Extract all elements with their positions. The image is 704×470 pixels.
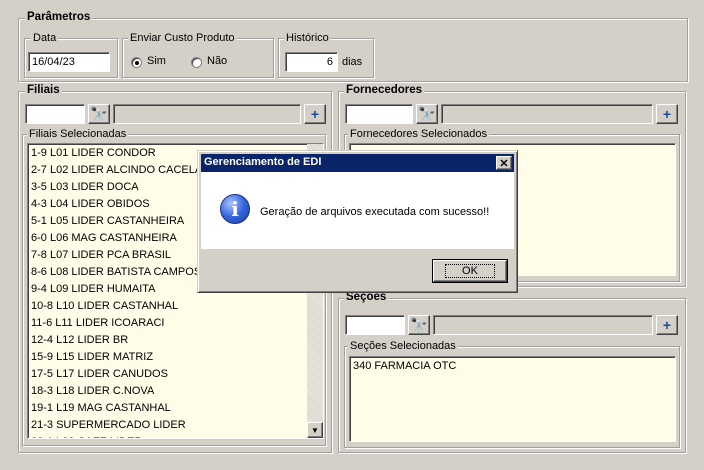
- filiais-name-display: [113, 104, 301, 124]
- list-item[interactable]: 5-1 L05 LIDER CASTANHEIRA: [31, 213, 184, 230]
- list-item[interactable]: 12-4 L12 LIDER BR: [31, 332, 128, 349]
- historico-label: Histórico: [284, 32, 331, 44]
- list-item[interactable]: 340 FARMACIA OTC: [353, 358, 456, 375]
- list-item[interactable]: 2-7 L02 LIDER ALCINDO CACELA: [31, 162, 202, 179]
- secoes-search-button[interactable]: 🔭: [408, 315, 430, 335]
- data-label: Data: [31, 32, 59, 44]
- list-item[interactable]: 11-6 L11 LIDER ICOARACI: [31, 315, 164, 332]
- secoes-code-input[interactable]: [345, 315, 405, 335]
- filiais-add-button[interactable]: +: [304, 104, 326, 124]
- secoes-list[interactable]: 340 FARMACIA OTC: [349, 356, 676, 442]
- ok-button-label: OK: [445, 264, 495, 278]
- filiais-selecionadas-title: Filiais Selecionadas: [27, 128, 129, 140]
- radio-nao-label: Não: [207, 55, 228, 67]
- list-item[interactable]: 10-8 L10 LIDER CASTANHAL: [31, 298, 178, 315]
- scroll-down-button[interactable]: ▼: [307, 422, 323, 438]
- list-item[interactable]: 19-1 L19 MAG CASTANHAL: [31, 400, 171, 417]
- secoes-name-display: [433, 315, 653, 335]
- fornecedores-search-button[interactable]: 🔭: [416, 104, 438, 124]
- list-item[interactable]: 8-6 L08 LIDER BATISTA CAMPOS: [31, 264, 201, 281]
- close-button[interactable]: ✕: [496, 156, 512, 170]
- list-item[interactable]: 15-9 L15 LIDER MATRIZ: [31, 349, 153, 366]
- list-item[interactable]: 4-3 L04 LIDER OBIDOS: [31, 196, 150, 213]
- data-input[interactable]: 16/04/23: [28, 52, 110, 72]
- fornecedores-name-display: [441, 104, 653, 124]
- list-item[interactable]: 17-5 L17 LIDER CANUDOS: [31, 366, 168, 383]
- historico-input-value: 6: [326, 56, 333, 68]
- list-item[interactable]: 18-3 L18 LIDER C.NOVA: [31, 383, 154, 400]
- close-icon: ✕: [499, 157, 509, 170]
- historico-unit: dias: [342, 56, 363, 68]
- add-icon: +: [310, 106, 320, 122]
- edi-dialog: Gerenciamento de EDI ✕ i Geração de arqu…: [197, 150, 518, 293]
- list-item[interactable]: 22-1 L22 CAFE LIDER: [31, 434, 142, 438]
- list-item[interactable]: 1-9 L01 LIDER CONDOR: [31, 145, 156, 162]
- binoculars-icon: 🔭: [410, 316, 428, 333]
- fornecedores-selecionados-title: Fornecedores Selecionados: [348, 128, 489, 140]
- dialog-title: Gerenciamento de EDI: [204, 156, 322, 168]
- fornecedores-title: Fornecedores: [344, 84, 425, 96]
- info-icon: i: [220, 194, 250, 224]
- historico-input[interactable]: 6: [285, 52, 338, 72]
- list-item[interactable]: 7-8 L07 LIDER PCA BRASIL: [31, 247, 171, 264]
- add-icon: +: [662, 106, 672, 122]
- data-input-value: 16/04/23: [32, 56, 75, 68]
- filiais-search-button[interactable]: 🔭: [88, 104, 110, 124]
- filiais-title: Filiais: [25, 84, 62, 96]
- list-item[interactable]: 3-5 L03 LIDER DOCA: [31, 179, 139, 196]
- list-item[interactable]: 9-4 L09 LIDER HUMAITA: [31, 281, 156, 298]
- binoculars-icon: 🔭: [418, 105, 436, 122]
- enviar-custo-label: Enviar Custo Produto: [128, 32, 237, 44]
- add-icon: +: [662, 317, 672, 333]
- parametros-title: Parâmetros: [25, 11, 93, 23]
- chevron-down-icon: ▼: [311, 425, 319, 435]
- fornecedores-add-button[interactable]: +: [656, 104, 678, 124]
- list-item[interactable]: 21-3 SUPERMERCADO LIDER: [31, 417, 186, 434]
- fornecedores-code-input[interactable]: [345, 104, 413, 124]
- ok-button[interactable]: OK: [432, 259, 508, 283]
- filiais-code-input[interactable]: [25, 104, 85, 124]
- radio-sim[interactable]: [131, 57, 142, 68]
- secoes-add-button[interactable]: +: [656, 315, 678, 335]
- radio-nao[interactable]: [191, 57, 202, 68]
- binoculars-icon: 🔭: [90, 105, 108, 122]
- list-item[interactable]: 6-0 L06 MAG CASTANHEIRA: [31, 230, 177, 247]
- radio-sim-label: Sim: [147, 55, 166, 67]
- dialog-titlebar[interactable]: Gerenciamento de EDI ✕: [201, 154, 514, 172]
- secoes-selecionadas-title: Seções Selecionadas: [348, 340, 458, 352]
- dialog-message: Geração de arquivos executada com sucess…: [260, 206, 490, 218]
